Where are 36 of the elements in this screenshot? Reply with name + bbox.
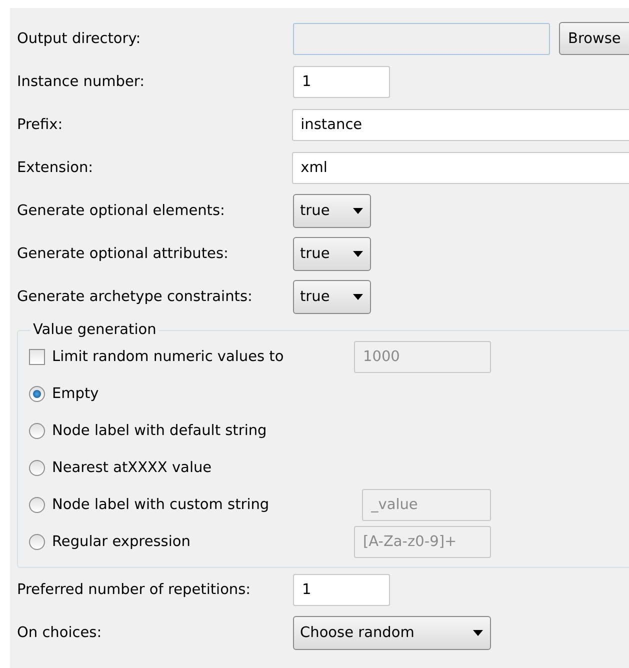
directory-field[interactable]: [293, 22, 550, 54]
dropdown[interactable]: true: [293, 194, 371, 228]
radio-button[interactable]: [29, 386, 45, 402]
field-label: Generate archetype constraints:: [17, 288, 254, 304]
number-field[interactable]: 1: [293, 574, 390, 606]
dropdown[interactable]: Choose random: [293, 616, 491, 650]
radio-button[interactable]: [29, 422, 45, 438]
radio-label: Regular expression: [52, 534, 192, 550]
radio-button[interactable]: [29, 496, 45, 512]
browse-button[interactable]: Browse: [559, 22, 629, 55]
radio-button[interactable]: [29, 460, 45, 476]
field-label: Instance number:: [17, 74, 146, 90]
field-label: On choices:: [17, 624, 103, 640]
field-label: Extension:: [17, 160, 94, 176]
field-label: Generate optional elements:: [17, 202, 226, 218]
text-field[interactable]: xml: [292, 152, 629, 184]
radio-label: Nearest atXXXX value: [52, 460, 213, 476]
radio-label: Node label with default string: [52, 422, 268, 438]
number-field[interactable]: 1: [293, 66, 390, 98]
radio-button[interactable]: [29, 534, 45, 550]
field-label: Generate optional attributes:: [17, 246, 230, 262]
checkbox-label: Limit random numeric values to: [52, 348, 285, 364]
caret-icon: [353, 208, 363, 214]
group-title: Value generation: [32, 322, 158, 338]
dropdown[interactable]: true: [293, 236, 371, 270]
radio-label: Node label with custom string: [52, 496, 270, 512]
text-field[interactable]: instance: [292, 108, 629, 140]
field-label: Prefix:: [17, 116, 64, 132]
caret-icon: [353, 294, 363, 300]
caret-icon: [473, 630, 483, 636]
checkbox[interactable]: [29, 348, 45, 364]
radio-label: Empty: [52, 386, 100, 402]
dropdown[interactable]: true: [293, 280, 371, 314]
field-label: Output directory:: [17, 30, 142, 46]
caret-icon: [353, 250, 363, 256]
field-label: Preferred number of repetitions:: [17, 582, 252, 598]
